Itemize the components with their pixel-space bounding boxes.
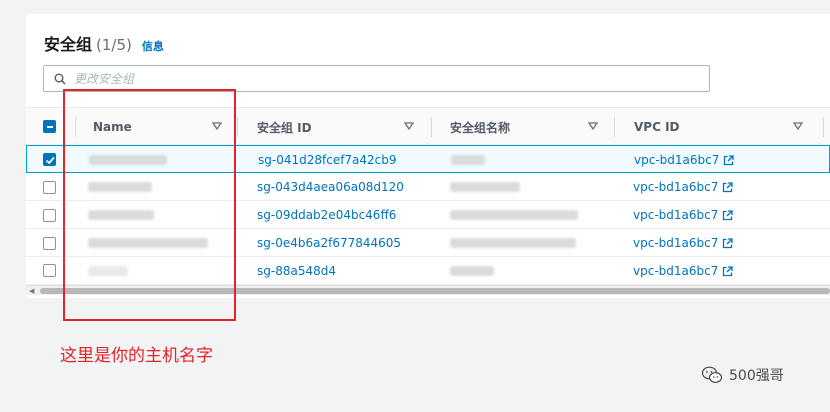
sg-id-link[interactable]: sg-09ddab2e04bc46ff6 — [257, 208, 396, 222]
sg-id-link[interactable]: sg-0e4b6a2f677844605 — [257, 236, 401, 250]
row-checkbox[interactable] — [43, 181, 56, 194]
select-all-checkbox[interactable] — [43, 120, 56, 133]
vpc-id-cell: vpc-bd1a6bc7 — [634, 146, 735, 174]
vpc-id-cell: vpc-bd1a6bc7 — [633, 173, 734, 201]
vpc-id-cell: vpc-bd1a6bc7 — [633, 229, 734, 257]
vpc-id-cell: vpc-bd1a6bc7 — [633, 257, 734, 285]
redacted-sg-name — [451, 155, 485, 165]
column-header-label: 安全组名称 — [450, 120, 511, 135]
vpc-id-link[interactable]: vpc-bd1a6bc7 — [633, 180, 718, 194]
row-checkbox[interactable] — [43, 237, 56, 250]
vpc-id-link[interactable]: vpc-bd1a6bc7 — [634, 153, 719, 167]
vpc-id-link[interactable]: vpc-bd1a6bc7 — [633, 264, 718, 278]
vpc-id-link[interactable]: vpc-bd1a6bc7 — [633, 236, 718, 250]
redacted-sg-name — [450, 238, 576, 248]
annotation-text: 这里是你的主机名字 — [60, 346, 213, 366]
scroll-left-arrow-icon[interactable]: ◀ — [29, 287, 34, 295]
sg-id-cell: sg-09ddab2e04bc46ff6 — [257, 201, 396, 229]
external-link-icon[interactable] — [722, 265, 734, 277]
external-link-icon[interactable] — [722, 181, 734, 193]
sg-id-link[interactable]: sg-041d28fcef7a42cb9 — [258, 153, 397, 167]
checkbox-indeterminate-icon — [47, 126, 53, 128]
sort-icon[interactable] — [793, 122, 803, 130]
wechat-icon — [701, 366, 723, 383]
vpc-id-cell: vpc-bd1a6bc7 — [633, 201, 734, 229]
row-checkbox[interactable] — [43, 153, 56, 166]
sg-id-link[interactable]: sg-88a548d4 — [257, 264, 336, 278]
row-checkbox[interactable] — [43, 264, 56, 277]
column-header-sg-id[interactable]: 安全组 ID — [257, 108, 312, 146]
column-header-sg-name[interactable]: 安全组名称 — [450, 108, 510, 146]
sg-name-cell — [450, 229, 576, 257]
watermark: 500强哥 — [701, 365, 784, 385]
vpc-id-link[interactable]: vpc-bd1a6bc7 — [633, 208, 718, 222]
external-link-icon[interactable] — [722, 237, 734, 249]
watermark-text: 500强哥 — [729, 368, 784, 384]
search-box[interactable] — [43, 65, 710, 92]
column-divider — [823, 117, 824, 137]
redacted-sg-name — [450, 210, 578, 220]
column-header-label: 安全组 ID — [257, 120, 312, 135]
panel-header: 安全组 (1/5) 信息 — [44, 31, 164, 54]
sg-id-cell: sg-88a548d4 — [257, 257, 336, 285]
external-link-icon[interactable] — [722, 209, 734, 221]
sg-id-cell: sg-041d28fcef7a42cb9 — [258, 146, 397, 174]
column-divider — [237, 117, 238, 137]
redacted-sg-name — [450, 182, 520, 192]
annotation-highlight-box — [63, 89, 236, 321]
selection-count: (1/5) — [96, 36, 132, 54]
redacted-sg-name — [450, 266, 494, 276]
row-checkbox[interactable] — [43, 209, 56, 222]
sort-icon[interactable] — [404, 122, 414, 130]
search-input[interactable] — [74, 71, 674, 86]
checkmark-icon — [45, 156, 55, 165]
sg-name-cell — [450, 257, 494, 285]
sort-icon[interactable] — [588, 122, 598, 130]
page-background-top — [0, 0, 830, 14]
column-divider — [431, 117, 432, 137]
column-divider — [614, 117, 615, 137]
sg-id-cell: sg-043d4aea06a08d120 — [257, 173, 404, 201]
column-header-vpc-id[interactable]: VPC ID — [634, 108, 680, 146]
sg-name-cell — [450, 173, 520, 201]
sg-id-cell: sg-0e4b6a2f677844605 — [257, 229, 401, 257]
search-icon — [54, 73, 66, 85]
sg-name-cell — [451, 146, 485, 174]
page-background-left — [0, 0, 26, 300]
sg-name-cell — [450, 201, 578, 229]
external-link-icon[interactable] — [723, 154, 735, 166]
column-header-label: VPC ID — [634, 120, 680, 134]
page-title: 安全组 — [44, 35, 93, 54]
sg-id-link[interactable]: sg-043d4aea06a08d120 — [257, 180, 404, 194]
info-link[interactable]: 信息 — [142, 38, 164, 54]
